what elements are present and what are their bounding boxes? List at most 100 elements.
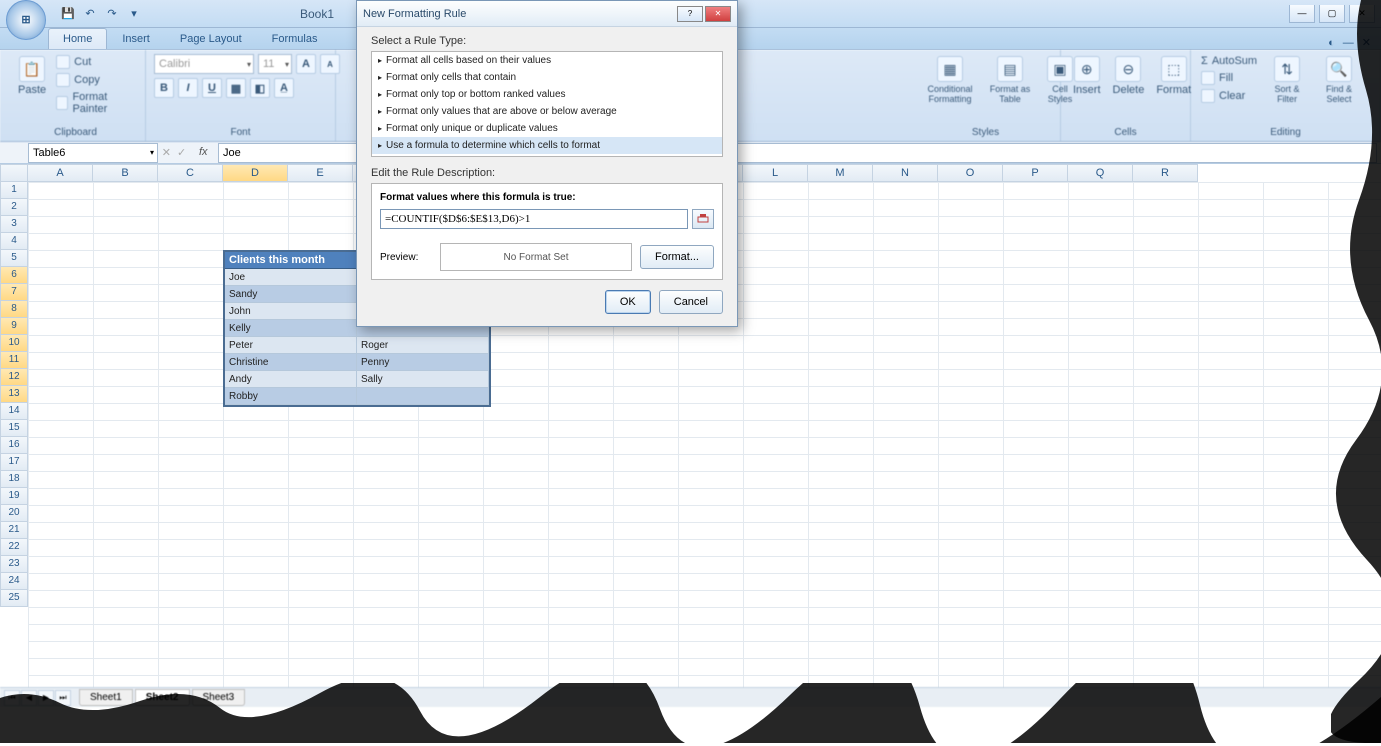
row-header-20[interactable]: 20 — [0, 505, 28, 522]
cut-button[interactable]: Cut — [54, 54, 137, 70]
row-header-14[interactable]: 14 — [0, 403, 28, 420]
sheet-tab-sheet1[interactable]: Sheet1 — [79, 689, 133, 706]
format-cells-button[interactable]: ⬚Format — [1152, 54, 1195, 98]
table-cell[interactable]: Andy — [225, 371, 357, 388]
col-header-E[interactable]: E — [288, 164, 353, 182]
row-header-10[interactable]: 10 — [0, 335, 28, 352]
font-name-combo[interactable]: Calibri — [154, 54, 254, 74]
insert-cells-button[interactable]: ⊕Insert — [1069, 54, 1105, 98]
col-header-D[interactable]: D — [223, 164, 288, 182]
row-header-17[interactable]: 17 — [0, 454, 28, 471]
italic-button[interactable]: I — [178, 78, 198, 98]
rule-type-item[interactable]: Format only cells that contain — [372, 69, 722, 86]
delete-cells-button[interactable]: ⊖Delete — [1109, 54, 1149, 98]
clear-button[interactable]: Clear — [1199, 88, 1259, 104]
table-cell[interactable]: Sandy — [225, 286, 357, 303]
font-size-combo[interactable]: 11 — [258, 54, 292, 74]
tab-home[interactable]: Home — [48, 28, 107, 49]
col-header-L[interactable]: L — [743, 164, 808, 182]
col-header-P[interactable]: P — [1003, 164, 1068, 182]
autosum-button[interactable]: ΣAutoSum — [1199, 54, 1259, 68]
table-cell[interactable]: Kelly — [225, 320, 357, 337]
name-box[interactable]: Table6 — [28, 143, 158, 163]
row-header-11[interactable]: 11 — [0, 352, 28, 369]
tab-page-layout[interactable]: Page Layout — [165, 28, 257, 49]
row-header-16[interactable]: 16 — [0, 437, 28, 454]
fill-color-button[interactable]: ◧ — [250, 78, 270, 98]
table-cell[interactable]: Robby — [225, 388, 357, 405]
help-icon[interactable]: ◐ — [1328, 37, 1335, 49]
format-as-table-button[interactable]: ▤Format as Table — [985, 54, 1035, 106]
font-color-button[interactable]: A̲ — [274, 78, 294, 98]
minimize-ribbon-icon[interactable]: — — [1343, 37, 1354, 49]
table-cell[interactable]: Joe — [225, 269, 357, 286]
table-cell[interactable]: Peter — [225, 337, 357, 354]
row-header-23[interactable]: 23 — [0, 556, 28, 573]
table-cell[interactable]: Sally — [357, 371, 489, 388]
border-button[interactable]: ▦ — [226, 78, 246, 98]
undo-icon[interactable]: ↶ — [82, 6, 98, 22]
sort-filter-button[interactable]: ⇅Sort & Filter — [1263, 54, 1311, 106]
copy-button[interactable]: Copy — [54, 72, 137, 88]
table-cell[interactable]: John — [225, 303, 357, 320]
rule-type-item[interactable]: Format only unique or duplicate values — [372, 120, 722, 137]
next-sheet-button[interactable]: ▶ — [38, 690, 54, 706]
row-header-6[interactable]: 6 — [0, 267, 28, 284]
table-cell[interactable] — [357, 388, 489, 405]
grow-font-icon[interactable]: A — [296, 54, 316, 74]
rule-type-item[interactable]: Use a formula to determine which cells t… — [372, 137, 722, 154]
row-header-12[interactable]: 12 — [0, 369, 28, 386]
rule-type-item[interactable]: Format only top or bottom ranked values — [372, 86, 722, 103]
table-cell[interactable]: Christine — [225, 354, 357, 371]
row-header-25[interactable]: 25 — [0, 590, 28, 607]
row-header-7[interactable]: 7 — [0, 284, 28, 301]
row-header-9[interactable]: 9 — [0, 318, 28, 335]
row-header-4[interactable]: 4 — [0, 233, 28, 250]
rule-type-list[interactable]: Format all cells based on their valuesFo… — [371, 51, 723, 157]
col-header-C[interactable]: C — [158, 164, 223, 182]
row-header-5[interactable]: 5 — [0, 250, 28, 267]
office-button[interactable]: ⊞ — [6, 0, 46, 40]
col-header-Q[interactable]: Q — [1068, 164, 1133, 182]
row-header-24[interactable]: 24 — [0, 573, 28, 590]
redo-icon[interactable]: ↷ — [104, 6, 120, 22]
rule-formula-input[interactable] — [380, 209, 688, 229]
format-painter-button[interactable]: Format Painter — [54, 90, 137, 116]
fx-icon[interactable]: fx — [192, 146, 214, 159]
tab-formulas[interactable]: Formulas — [257, 28, 333, 49]
row-header-3[interactable]: 3 — [0, 216, 28, 233]
ok-button[interactable]: OK — [605, 290, 651, 314]
row-header-2[interactable]: 2 — [0, 199, 28, 216]
tab-insert[interactable]: Insert — [107, 28, 165, 49]
row-header-15[interactable]: 15 — [0, 420, 28, 437]
dialog-titlebar[interactable]: New Formatting Rule ? ✕ — [357, 1, 737, 27]
cancel-button[interactable]: Cancel — [659, 290, 723, 314]
fill-button[interactable]: Fill — [1199, 70, 1259, 86]
row-header-13[interactable]: 13 — [0, 386, 28, 403]
sheet-tab-sheet3[interactable]: Sheet3 — [192, 689, 246, 706]
sheet-tab-sheet2[interactable]: Sheet2 — [135, 689, 190, 706]
row-header-22[interactable]: 22 — [0, 539, 28, 556]
select-all-corner[interactable] — [0, 164, 28, 182]
table-cell[interactable]: Roger — [357, 337, 489, 354]
last-sheet-button[interactable]: ⏭ — [55, 690, 71, 706]
dialog-close-button[interactable]: ✕ — [705, 6, 731, 22]
cancel-formula-icon[interactable]: ✕ — [162, 146, 171, 159]
maximize-button[interactable]: ▢ — [1319, 5, 1345, 23]
col-header-R[interactable]: R — [1133, 164, 1198, 182]
row-header-18[interactable]: 18 — [0, 471, 28, 488]
paste-button[interactable]: 📋 Paste — [14, 54, 50, 98]
conditional-formatting-button[interactable]: ▦Conditional Formatting — [919, 54, 981, 106]
col-header-A[interactable]: A — [28, 164, 93, 182]
row-header-8[interactable]: 8 — [0, 301, 28, 318]
enter-formula-icon[interactable]: ✓ — [177, 146, 186, 159]
row-header-21[interactable]: 21 — [0, 522, 28, 539]
col-header-O[interactable]: O — [938, 164, 1003, 182]
rule-type-item[interactable]: Format all cells based on their values — [372, 52, 722, 69]
find-select-button[interactable]: 🔍Find & Select — [1315, 54, 1363, 106]
minimize-button[interactable]: — — [1289, 5, 1315, 23]
col-header-N[interactable]: N — [873, 164, 938, 182]
format-button[interactable]: Format... — [640, 245, 714, 269]
dialog-help-button[interactable]: ? — [677, 6, 703, 22]
rule-type-item[interactable]: Format only values that are above or bel… — [372, 103, 722, 120]
